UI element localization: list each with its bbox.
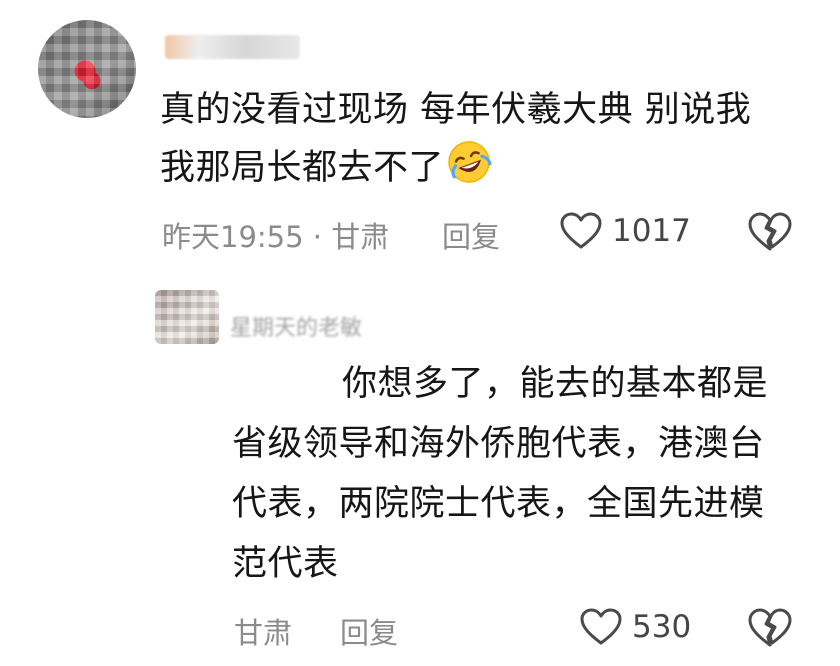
like-count: 1017 [612,213,691,249]
comment-text-line2-text: 我那局长都去不了 [160,148,445,188]
comment-text-line2: 我那局长都去不了 [160,139,810,197]
reply-text-line2: 省级领导和海外侨胞代表，港澳台 [232,424,765,464]
heart-icon [580,608,622,646]
comment-text: 真的没看过现场 每年伏羲大典 别说我 我那局长都去不了 [160,82,810,197]
reply-text-line1-text: 你想多了，能去的基本都是 [342,364,769,404]
heart-icon [560,212,602,250]
reply-reply-button[interactable]: 回复 [340,610,398,652]
comment-time: 昨天19:55 [162,220,304,254]
broken-heart-icon [748,608,792,648]
reply-text-line1: 你想多了，能去的基本都是 [232,354,802,414]
meta-separator: · [303,220,332,254]
broken-heart-icon [748,212,792,252]
reply-text: 你想多了，能去的基本都是 省级领导和海外侨胞代表，港澳台 代表，两院院士代表，全… [232,354,802,594]
reply-like-count: 530 [632,609,692,645]
laughing-emoji-icon [446,139,492,185]
reply-button[interactable]: 回复 [442,214,500,256]
reply-text-line3: 代表，两院院士代表，全国先进模 [232,484,765,524]
reply-dislike-button[interactable] [748,608,792,648]
like-button[interactable]: 1017 [560,212,691,250]
reply-like-button[interactable]: 530 [580,608,691,646]
dislike-button[interactable] [748,212,792,252]
reply-text-line4: 范代表 [232,544,339,584]
comment-time-location: 昨天19:55 · 甘肃 [162,214,389,256]
commenter-avatar[interactable] [38,20,136,118]
reply-avatar[interactable] [155,290,219,344]
reply-author-name-blurred[interactable]: 星期天的老敏 [230,310,362,342]
reply-location: 甘肃 [234,616,293,650]
comment-text-line1: 真的没看过现场 每年伏羲大典 别说我 [160,90,752,130]
commenter-name-blurred[interactable] [165,35,300,59]
comment-location: 甘肃 [331,220,390,254]
